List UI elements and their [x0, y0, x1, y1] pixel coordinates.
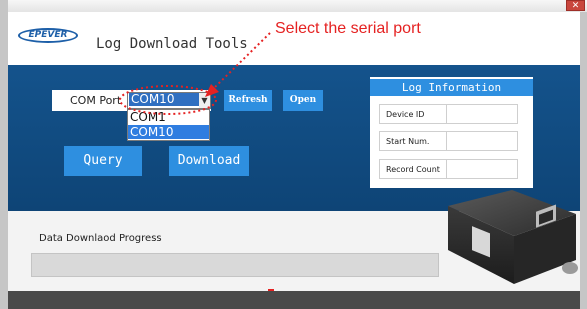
query-button[interactable]: Query — [64, 146, 142, 176]
field-divider — [446, 132, 447, 150]
record-count-label: Record Count — [386, 165, 440, 174]
field-divider — [446, 160, 447, 178]
window-left-edge — [0, 0, 8, 309]
com-port-selected-value[interactable]: COM10 — [129, 93, 199, 106]
com-port-option-highlighted[interactable]: COM10 — [128, 125, 209, 139]
app-title: Log Download Tools — [96, 36, 248, 52]
com-port-label: COM Port — [70, 94, 122, 107]
device-id-label: Device ID — [386, 110, 425, 119]
annotation-callout: Select the serial port — [275, 20, 421, 37]
chevron-down-icon[interactable]: ▼ — [199, 93, 210, 108]
progress-label: Data Downlaod Progress — [39, 233, 162, 244]
title-bar — [0, 0, 587, 12]
log-information-title: Log Information — [370, 79, 533, 96]
device-image — [448, 190, 578, 284]
download-button[interactable]: Download — [169, 146, 249, 176]
close-button[interactable]: ✕ — [566, 0, 585, 11]
brand-logo: EPEVER — [18, 28, 78, 43]
field-divider — [446, 105, 447, 123]
com-port-option[interactable]: COM1 — [128, 110, 209, 124]
open-button[interactable]: Open — [283, 90, 323, 111]
start-num-label: Start Num. — [386, 137, 430, 146]
refresh-button[interactable]: Refresh — [224, 90, 272, 111]
progress-bar — [31, 253, 439, 277]
